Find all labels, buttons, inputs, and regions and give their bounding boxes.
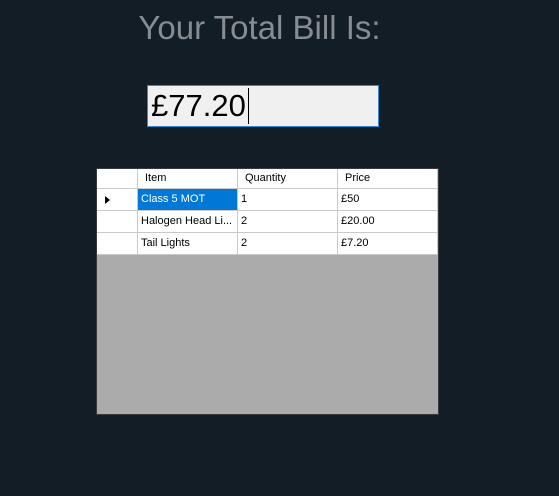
table-row[interactable]: Halogen Head Li... 2 £20.00 bbox=[97, 211, 438, 233]
row-header-cell[interactable] bbox=[97, 233, 138, 255]
cell-item[interactable]: Class 5 MOT bbox=[138, 189, 238, 211]
page-title: Your Total Bill Is: bbox=[138, 9, 381, 46]
table-row[interactable]: Tail Lights 2 £7.20 bbox=[97, 233, 438, 255]
cell-quantity[interactable]: 2 bbox=[238, 233, 338, 255]
table-row[interactable]: Class 5 MOT 1 £50 bbox=[97, 189, 438, 211]
column-header-price[interactable]: Price bbox=[338, 169, 438, 189]
total-bill-field[interactable]: £77.20 bbox=[147, 85, 379, 127]
row-header-cell[interactable] bbox=[97, 189, 138, 211]
text-caret bbox=[247, 88, 249, 124]
row-header-cell[interactable] bbox=[97, 211, 138, 233]
cell-price[interactable]: £7.20 bbox=[338, 233, 438, 255]
total-bill-value: £77.20 bbox=[151, 88, 246, 123]
cell-quantity[interactable]: 1 bbox=[238, 189, 338, 211]
corner-header-cell[interactable] bbox=[97, 169, 138, 189]
cell-price[interactable]: £20.00 bbox=[338, 211, 438, 233]
cell-price[interactable]: £50 bbox=[338, 189, 438, 211]
cell-item[interactable]: Tail Lights bbox=[138, 233, 238, 255]
bill-items-grid[interactable]: Item Quantity Price Class 5 MOT 1 £50 Ha… bbox=[96, 168, 439, 415]
cell-item[interactable]: Halogen Head Li... bbox=[138, 211, 238, 233]
column-header-row: Item Quantity Price bbox=[97, 169, 438, 191]
column-header-item[interactable]: Item bbox=[138, 169, 238, 189]
column-header-quantity[interactable]: Quantity bbox=[238, 169, 338, 189]
row-selector-arrow-icon bbox=[105, 196, 110, 204]
cell-quantity[interactable]: 2 bbox=[238, 211, 338, 233]
